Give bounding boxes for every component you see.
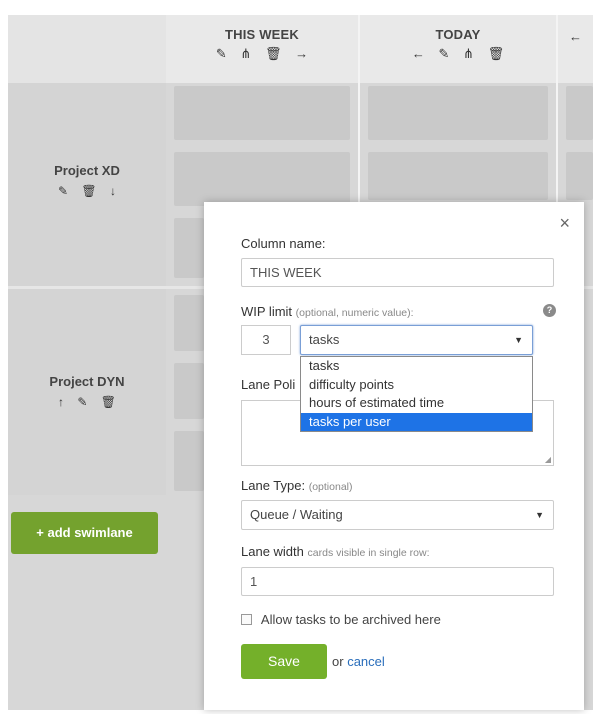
trash-icon[interactable]: 🗑: [101, 395, 116, 409]
board-cell[interactable]: [368, 86, 548, 140]
column-header-this-week: THIS WEEK ✎ ⋔ 🗑 →: [166, 15, 358, 83]
arrow-right-icon[interactable]: →: [295, 46, 308, 61]
lane-width-label: Lane width cards visible in single row:: [241, 544, 429, 559]
pencil-icon[interactable]: ✎: [216, 46, 227, 62]
trash-icon[interactable]: 🗑: [488, 46, 505, 62]
arrow-up-icon[interactable]: ↑: [58, 395, 64, 409]
lane-policy-label: Lane Poli: [241, 377, 296, 392]
board-cell[interactable]: [174, 431, 204, 491]
wip-unit-selected: tasks: [309, 332, 340, 347]
lane-type-hint: (optional): [308, 481, 353, 493]
archive-checkbox-row: Allow tasks to be archived here: [241, 612, 441, 627]
swimlane-title: Project XD: [54, 163, 120, 178]
pencil-icon[interactable]: ✎: [58, 184, 68, 198]
dropdown-option-highlighted[interactable]: tasks per user: [301, 412, 532, 431]
lane-type-label: Lane Type: (optional): [241, 478, 353, 493]
lane-type-select[interactable]: Queue / Waiting ▼: [241, 500, 554, 530]
wip-limit-label: WIP limit (optional, numeric value):: [241, 304, 414, 319]
board-cell[interactable]: [174, 86, 350, 140]
column-header-next: ←: [558, 15, 593, 83]
lane-type-title: Lane Type:: [241, 478, 306, 493]
board-cell[interactable]: [368, 152, 548, 200]
column-name-label: Column name:: [241, 236, 326, 251]
column-name-input[interactable]: THIS WEEK: [241, 258, 554, 287]
dropdown-option[interactable]: tasks: [301, 357, 532, 376]
board-cell[interactable]: [174, 363, 204, 419]
lane-width-hint: cards visible in single row:: [307, 547, 430, 559]
save-button[interactable]: Save: [241, 644, 327, 679]
hierarchy-icon[interactable]: ⋔: [240, 46, 251, 62]
chevron-down-icon: ▼: [535, 510, 544, 520]
or-cancel: or cancel: [332, 654, 385, 669]
archive-checkbox[interactable]: [241, 614, 252, 625]
wip-limit-hint: (optional, numeric value):: [295, 307, 414, 319]
board-cell[interactable]: [174, 295, 204, 351]
trash-icon[interactable]: 🗑: [81, 184, 96, 198]
arrow-left-icon[interactable]: ←: [412, 46, 425, 61]
wip-unit-select[interactable]: tasks ▼: [300, 325, 533, 355]
board-cell[interactable]: [174, 152, 350, 206]
column-settings-modal: × Column name: THIS WEEK WIP limit (opti…: [204, 202, 584, 710]
close-icon[interactable]: ×: [559, 214, 570, 232]
board-corner: [8, 15, 166, 83]
wip-unit-dropdown: tasks difficulty points hours of estimat…: [300, 356, 533, 432]
lane-width-input[interactable]: 1: [241, 567, 554, 596]
wip-limit-input[interactable]: 3: [241, 325, 291, 355]
pencil-icon[interactable]: ✎: [77, 395, 87, 409]
cancel-link[interactable]: cancel: [347, 654, 385, 669]
swimlane-project-dyn: Project DYN ↑ ✎ 🗑: [8, 289, 166, 495]
dropdown-option[interactable]: difficulty points: [301, 376, 532, 395]
lane-width-title: Lane width: [241, 544, 304, 559]
board-cell[interactable]: [566, 86, 593, 140]
trash-icon[interactable]: 🗑: [265, 46, 282, 62]
board-cell[interactable]: [174, 218, 204, 278]
archive-checkbox-label[interactable]: Allow tasks to be archived here: [261, 612, 441, 627]
hierarchy-icon[interactable]: ⋔: [463, 46, 474, 62]
column-title: TODAY: [435, 27, 481, 42]
help-icon[interactable]: ?: [543, 304, 556, 317]
chevron-down-icon: ▼: [514, 335, 523, 345]
arrow-left-icon[interactable]: ←: [569, 29, 582, 44]
swimlane-title: Project DYN: [49, 374, 125, 389]
wip-limit-title: WIP limit: [241, 304, 293, 319]
arrow-down-icon[interactable]: ↓: [110, 184, 116, 198]
swimlane-project-xd: Project XD ✎ 🗑 ↓: [8, 83, 166, 286]
column-title: THIS WEEK: [224, 27, 300, 42]
board-cell[interactable]: [566, 152, 593, 200]
column-header-today: TODAY ← ✎ ⋔ 🗑: [360, 15, 556, 83]
resize-handle-icon[interactable]: ◢: [545, 455, 551, 464]
pencil-icon[interactable]: ✎: [439, 46, 450, 62]
lane-type-value: Queue / Waiting: [250, 507, 343, 522]
or-text: or: [332, 654, 344, 669]
add-swimlane-button[interactable]: + add swimlane: [11, 512, 158, 554]
dropdown-option[interactable]: hours of estimated time: [301, 394, 532, 413]
